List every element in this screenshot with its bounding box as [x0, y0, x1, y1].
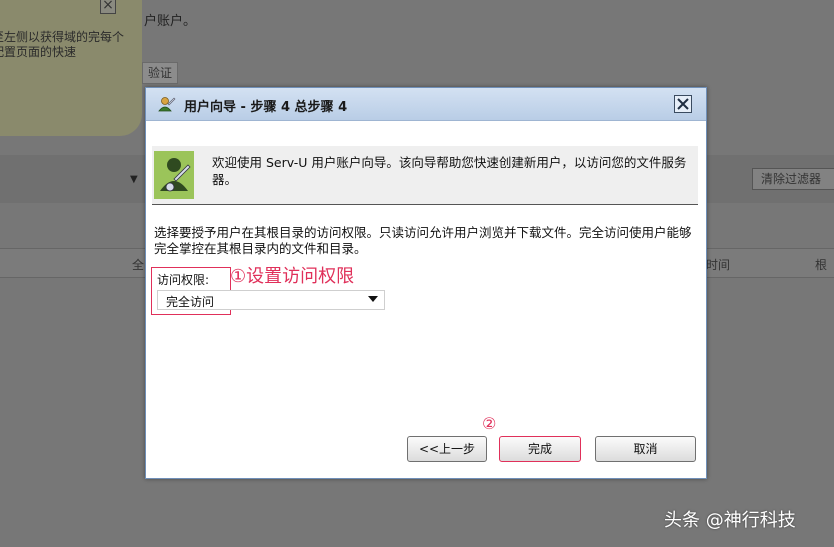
back-button[interactable]: <<上一步 [407, 436, 487, 462]
access-highlight-box: 访问权限: 完全访问 [151, 267, 385, 315]
watermark: 头条 @神行科技 [664, 510, 796, 531]
tip-close-icon[interactable]: × [100, 0, 116, 14]
user-wizard-dialog: 用户向导 - 步骤 4 总步骤 4 欢迎使用 Serv-U 用户账户向导。该向导… [145, 87, 707, 479]
dialog-titlebar[interactable]: 用户向导 - 步骤 4 总步骤 4 [146, 88, 706, 121]
tip-text: 至左侧以获得域的完每个配置页面的快速 [0, 30, 125, 59]
column-header[interactable]: 全 [132, 256, 144, 273]
access-dropdown[interactable]: 完全访问 [157, 290, 385, 310]
access-label: 访问权限: [157, 273, 210, 287]
background-tab[interactable]: 验证 [142, 62, 178, 84]
background-dropdown-arrow-icon[interactable]: ▼ [130, 174, 138, 185]
background-title: 户账户。 [144, 14, 197, 29]
clear-filter-button[interactable]: 清除过滤器 [752, 168, 834, 190]
close-icon [677, 98, 689, 110]
dialog-title: 用户向导 - 步骤 4 总步骤 4 [184, 100, 348, 115]
welcome-text: 欢迎使用 Serv-U 用户账户向导。该向导帮助您快速创建新用户，以访问您的文件… [212, 155, 687, 187]
cancel-button[interactable]: 取消 [595, 436, 696, 462]
background-tip-balloon: × 至左侧以获得域的完每个配置页面的快速 [0, 0, 142, 136]
user-wizard-icon [154, 151, 194, 199]
access-instructions: 选择要授予用户在其根目录的访问权限。只读访问允许用户浏览并下载文件。完全访问使用… [154, 225, 692, 256]
wizard-user-icon [158, 97, 176, 112]
column-header[interactable]: 根 [815, 256, 827, 273]
dropdown-arrow-icon[interactable] [368, 296, 378, 302]
finish-button[interactable]: 完成 [499, 436, 581, 462]
close-button[interactable] [674, 95, 692, 113]
annotation-step-1: ①设置访问权限 [230, 266, 355, 287]
welcome-banner: 欢迎使用 Serv-U 用户账户向导。该向导帮助您快速创建新用户，以访问您的文件… [152, 146, 698, 205]
column-header[interactable]: 时间 [706, 256, 730, 273]
access-value: 完全访问 [166, 295, 215, 309]
annotation-step-2: ② [482, 414, 497, 433]
